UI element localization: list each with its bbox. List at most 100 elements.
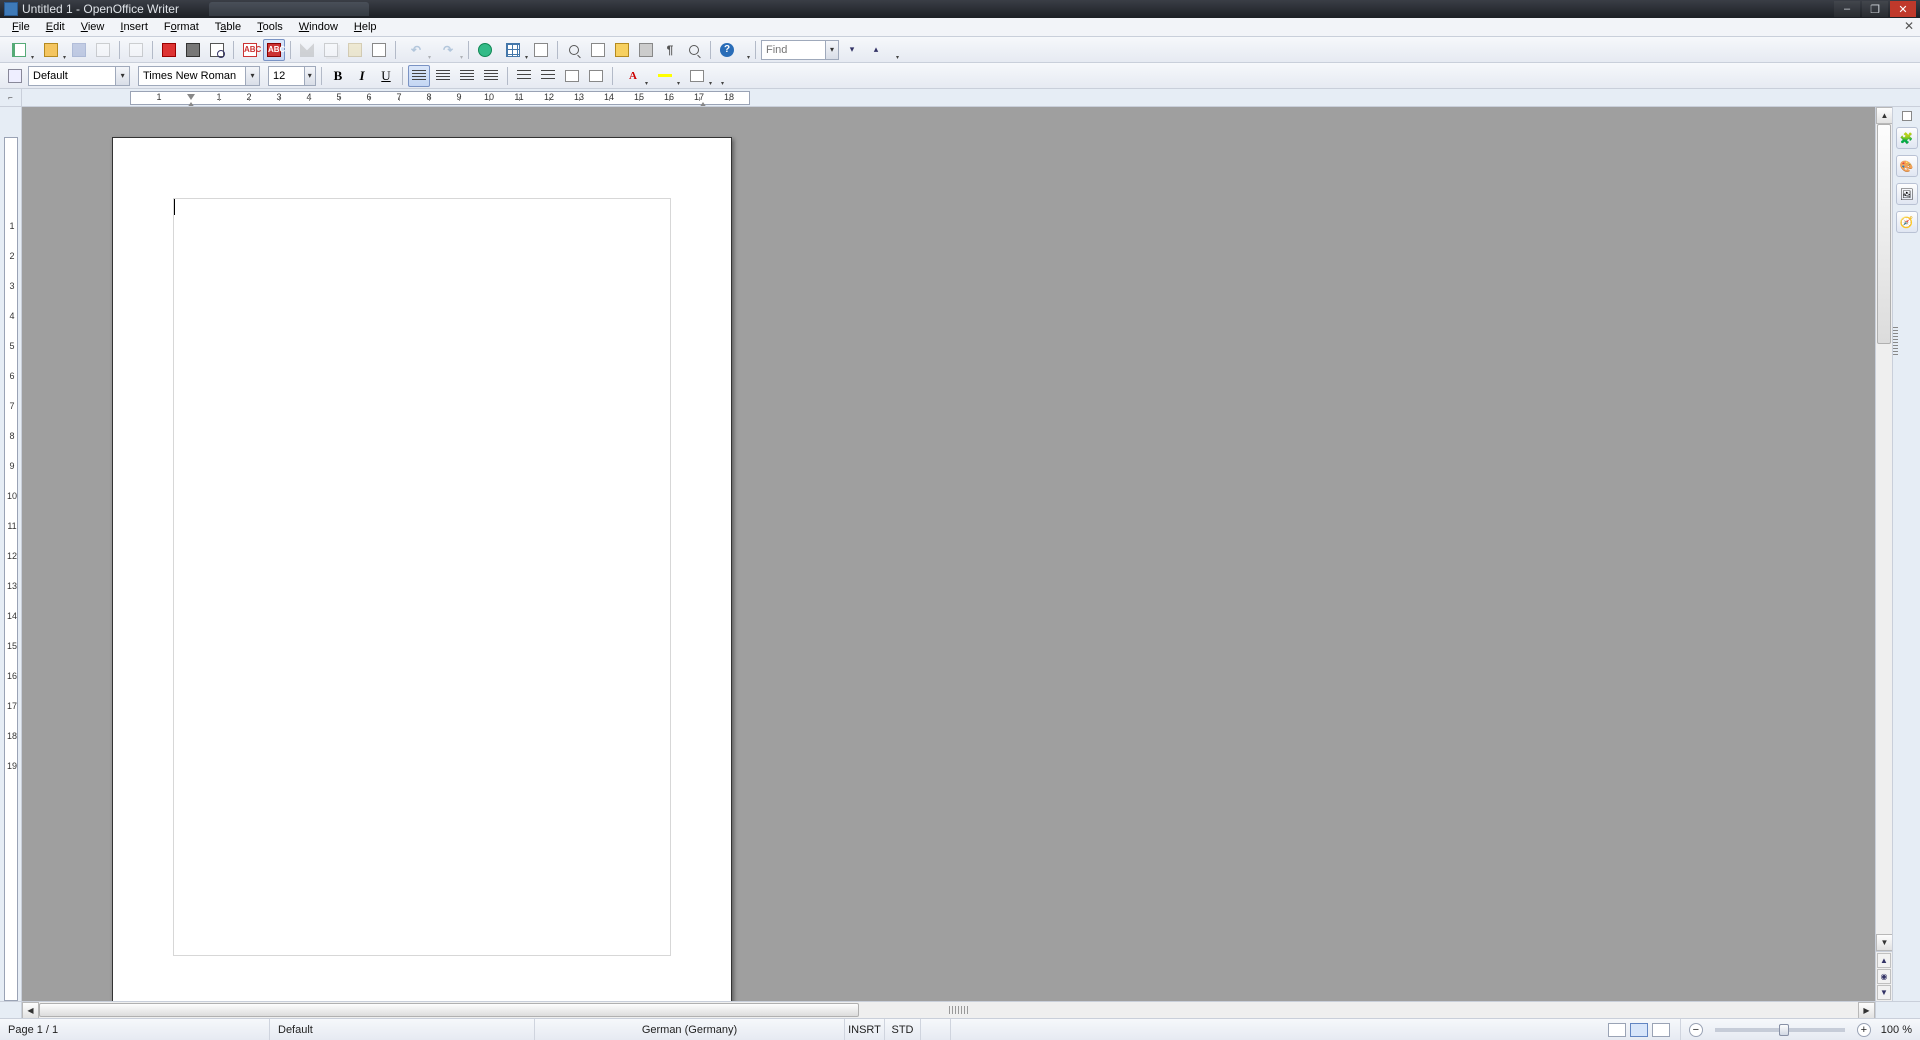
numbered-list-button[interactable]	[513, 65, 535, 87]
document-page[interactable]	[112, 137, 732, 1001]
status-language[interactable]: German (Germany)	[535, 1019, 845, 1040]
menu-window[interactable]: Window	[291, 20, 346, 34]
vscroll-thumb[interactable]	[1877, 124, 1891, 344]
text-frame[interactable]	[173, 198, 671, 956]
font-name-dropdown[interactable]: ▾	[245, 67, 259, 85]
find-replace-button[interactable]	[563, 39, 585, 61]
find-toolbar-overflow-button[interactable]: ▾	[889, 39, 899, 61]
menu-insert[interactable]: Insert	[112, 20, 156, 34]
find-prev-button[interactable]: ▴	[865, 39, 887, 61]
new-document-button[interactable]: ▾	[4, 39, 34, 61]
view-book-button[interactable]	[1652, 1023, 1670, 1037]
vscroll-track[interactable]	[1876, 124, 1892, 934]
horizontal-ruler[interactable]: 1123456789101112131415161718	[22, 89, 1920, 106]
paragraph-style-dropdown[interactable]: ▾	[115, 67, 129, 85]
horizontal-scrollbar[interactable]: ◀ ▶	[22, 1002, 1875, 1018]
align-justify-button[interactable]	[480, 65, 502, 87]
find-combo[interactable]: ▾	[761, 40, 839, 60]
sidebar-styles-button[interactable]: 🎨	[1896, 155, 1918, 177]
sidebar-navigator-button[interactable]: 🧭	[1896, 211, 1918, 233]
status-selection-mode[interactable]: STD	[885, 1019, 921, 1040]
sidebar-properties-button[interactable]: 🧩	[1896, 127, 1918, 149]
scroll-left-button[interactable]: ◀	[22, 1002, 39, 1019]
menu-tools[interactable]: Tools	[249, 20, 291, 34]
view-multi-page-button[interactable]	[1630, 1023, 1648, 1037]
zoom-out-button[interactable]: −	[1689, 1023, 1703, 1037]
find-next-button[interactable]: ▾	[841, 39, 863, 61]
menu-table[interactable]: Table	[207, 20, 249, 34]
prev-page-button[interactable]: ▲	[1877, 953, 1891, 968]
zoom-value[interactable]: 100 %	[1881, 1024, 1912, 1036]
hscroll-track[interactable]	[39, 1002, 1858, 1018]
insert-table-button[interactable]: ▾	[498, 39, 528, 61]
underline-button[interactable]: U	[375, 65, 397, 87]
format-paintbrush-button[interactable]	[368, 39, 390, 61]
next-page-button[interactable]: ▼	[1877, 985, 1891, 1000]
paste-button[interactable]	[344, 39, 366, 61]
bulleted-list-button[interactable]	[537, 65, 559, 87]
document-canvas[interactable]	[22, 107, 1875, 1001]
hyperlink-button[interactable]	[474, 39, 496, 61]
highlight-button[interactable]: ▾	[650, 65, 680, 87]
font-size-dropdown[interactable]: ▾	[304, 67, 315, 85]
font-color-button[interactable]: A▾	[618, 65, 648, 87]
sidebar-grip[interactable]	[1893, 327, 1898, 355]
nav-select-button[interactable]: ◉	[1877, 969, 1891, 984]
close-document-button[interactable]: ✕	[1902, 19, 1916, 33]
export-pdf-button[interactable]	[158, 39, 180, 61]
redo-button[interactable]: ↷▾	[433, 39, 463, 61]
font-size-combo[interactable]: ▾	[268, 66, 316, 86]
menu-file[interactable]: File	[4, 20, 38, 34]
decrease-indent-button[interactable]	[561, 65, 583, 87]
align-right-button[interactable]	[456, 65, 478, 87]
scroll-right-button[interactable]: ▶	[1858, 1002, 1875, 1019]
sidebar-gallery-button[interactable]: 🖼	[1896, 183, 1918, 205]
font-size-input[interactable]	[269, 67, 304, 85]
vertical-ruler[interactable]: 12345678910111213141516171819	[0, 107, 22, 1001]
sidebar-pin-button[interactable]	[1902, 111, 1912, 121]
edit-file-button[interactable]	[125, 39, 147, 61]
increase-indent-button[interactable]	[585, 65, 607, 87]
email-button[interactable]	[92, 39, 114, 61]
tab-type-button[interactable]: ⌐	[0, 89, 22, 106]
align-center-button[interactable]	[432, 65, 454, 87]
italic-button[interactable]: I	[351, 65, 373, 87]
show-draw-button[interactable]	[530, 39, 552, 61]
zoom-slider-knob[interactable]	[1779, 1024, 1789, 1036]
menu-help[interactable]: Help	[346, 20, 385, 34]
status-signature[interactable]	[921, 1019, 951, 1040]
status-page-style[interactable]: Default	[270, 1019, 535, 1040]
toolbar-overflow-button[interactable]: ▾	[740, 39, 750, 61]
maximize-button[interactable]: ❐	[1862, 1, 1888, 17]
bold-button[interactable]: B	[327, 65, 349, 87]
gallery-button[interactable]	[611, 39, 633, 61]
menu-format[interactable]: Format	[156, 20, 207, 34]
scroll-up-button[interactable]: ▲	[1876, 107, 1893, 124]
hscroll-thumb[interactable]	[39, 1003, 859, 1017]
copy-button[interactable]	[320, 39, 342, 61]
zoom-slider[interactable]	[1715, 1028, 1845, 1032]
help-button[interactable]: ?	[716, 39, 738, 61]
align-left-button[interactable]	[408, 65, 430, 87]
find-dropdown-button[interactable]: ▾	[825, 41, 838, 59]
open-button[interactable]: ▾	[36, 39, 66, 61]
styles-dialog-button[interactable]	[4, 65, 26, 87]
autospell-button[interactable]: ABC	[263, 39, 285, 61]
menu-edit[interactable]: Edit	[38, 20, 73, 34]
paragraph-style-input[interactable]	[29, 67, 115, 85]
print-preview-button[interactable]	[206, 39, 228, 61]
print-button[interactable]	[182, 39, 204, 61]
font-name-input[interactable]	[139, 67, 245, 85]
find-input[interactable]	[762, 41, 825, 59]
view-single-page-button[interactable]	[1608, 1023, 1626, 1037]
save-button[interactable]	[68, 39, 90, 61]
menu-view[interactable]: View	[73, 20, 113, 34]
cut-button[interactable]	[296, 39, 318, 61]
spellcheck-button[interactable]: ABC	[239, 39, 261, 61]
scroll-down-button[interactable]: ▼	[1876, 934, 1893, 951]
undo-button[interactable]: ↶▾	[401, 39, 431, 61]
zoom-button[interactable]	[683, 39, 705, 61]
vertical-scrollbar[interactable]: ▲ ▼ ▲ ◉ ▼	[1875, 107, 1892, 1001]
datasources-button[interactable]	[635, 39, 657, 61]
minimize-button[interactable]: –	[1834, 1, 1860, 17]
